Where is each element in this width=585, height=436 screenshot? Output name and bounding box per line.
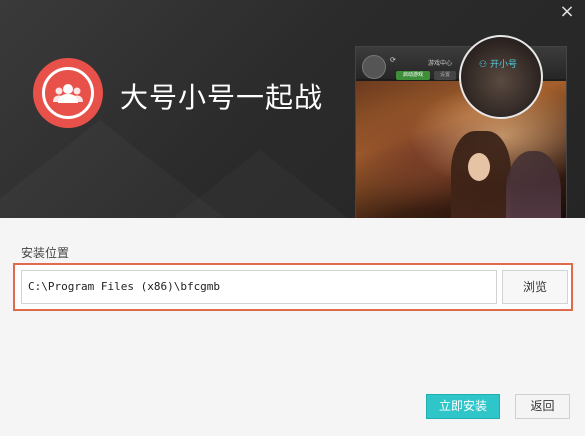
decor-shape	[170, 150, 350, 218]
install-now-button[interactable]: 立即安装	[426, 394, 500, 419]
users-icon	[42, 67, 94, 119]
character-face	[468, 153, 490, 181]
preview-start-button: 启动游戏	[396, 71, 430, 80]
banner-title: 大号小号一起战	[120, 81, 324, 114]
close-icon[interactable]: ×	[557, 2, 577, 22]
lens-label: ⚇ 开小号	[479, 60, 517, 70]
user-add-icon: ⚇	[479, 60, 488, 70]
character-figure	[506, 151, 561, 218]
header-banner: × 大号小号一起战 ⟳ 游戏中心 启动游戏 设置 ⚇ 开小号	[0, 0, 585, 218]
preview-other-button: 设置	[434, 71, 456, 80]
install-location-label: 安装位置	[21, 246, 70, 260]
preview-refresh-icon: ⟳	[390, 56, 396, 64]
browse-button[interactable]: 浏览	[502, 270, 568, 304]
magnifier-highlight: ⚇ 开小号	[459, 35, 543, 119]
preview-tab-game-center: 游戏中心	[428, 60, 453, 67]
install-path-group: C:\Program Files (x86)\bfcgmb 浏览	[13, 263, 573, 311]
back-button[interactable]: 返回	[515, 394, 570, 419]
app-logo	[33, 58, 103, 128]
install-path-input[interactable]: C:\Program Files (x86)\bfcgmb	[21, 270, 497, 304]
avatar	[362, 55, 386, 79]
